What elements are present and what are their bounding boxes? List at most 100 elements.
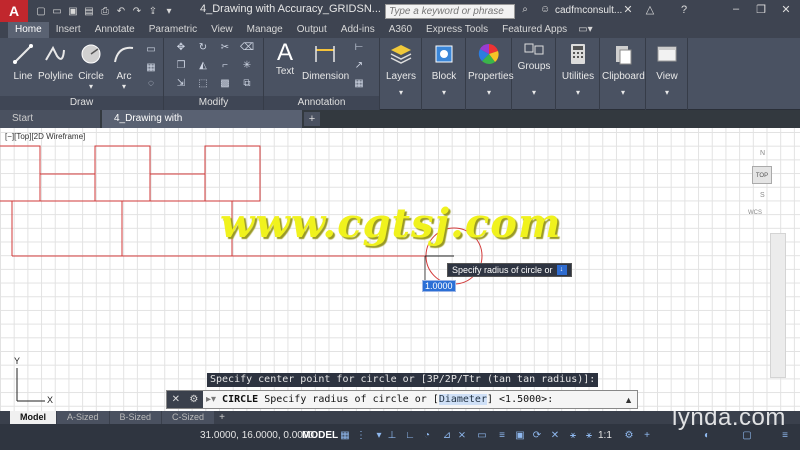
user-name[interactable]: cadfmconsult... (555, 5, 622, 16)
tab-annotate[interactable]: Annotate (88, 22, 142, 38)
rotate-icon[interactable]: ↻ (196, 42, 210, 54)
tab-a-sized[interactable]: A-Sized (57, 411, 109, 424)
layers-button[interactable]: Layers ▾ (384, 42, 418, 97)
utilities-dropdown-icon[interactable]: ▾ (558, 88, 598, 97)
help-icon[interactable]: ? (676, 4, 692, 18)
search-input[interactable]: Type a keyword or phrase (385, 4, 515, 19)
block-dropdown-icon[interactable]: ▾ (426, 88, 462, 97)
binoculars-icon[interactable]: ⌕ (517, 4, 533, 19)
autocad-logo-icon[interactable]: A (0, 0, 28, 22)
viewcube-top-face[interactable]: TOP (752, 166, 772, 184)
copy-icon[interactable]: ❐ (174, 60, 188, 72)
object-snap-icon[interactable]: ▭ (475, 429, 489, 443)
annotation-visibility-icon[interactable]: ✕ (548, 429, 562, 443)
hatch-icon[interactable]: ▦ (144, 62, 158, 74)
open-icon[interactable]: ▭ (50, 4, 64, 18)
user-icon[interactable]: ☺ (540, 4, 554, 18)
view-button[interactable]: View ▾ (648, 42, 686, 97)
ribbon-minimize-icon[interactable]: ▭▾ (574, 22, 596, 38)
radius-input[interactable]: 1.0000 (422, 280, 456, 292)
move-icon[interactable]: ✥ (174, 42, 188, 54)
clipboard-dropdown-icon[interactable]: ▾ (602, 88, 644, 97)
tab-add-ins[interactable]: Add-ins (334, 22, 382, 38)
properties-dropdown-icon[interactable]: ▾ (468, 88, 510, 97)
table-icon[interactable]: ▦ (352, 78, 366, 90)
tab-a360[interactable]: A360 (382, 22, 419, 38)
leader-icon[interactable]: ↗ (352, 60, 366, 72)
offset-icon[interactable]: ⧉ (240, 78, 254, 90)
circle-button[interactable]: Circle ▾ (76, 42, 106, 91)
modify-panel-label[interactable]: Modify (164, 96, 263, 110)
viewcube-south[interactable]: S (760, 192, 765, 199)
isodraft-icon[interactable]: ⊿ (440, 429, 454, 443)
save-icon[interactable]: ▣ (66, 4, 80, 18)
block-button[interactable]: Block ▾ (426, 42, 462, 97)
explode-icon[interactable]: ✳ (240, 60, 254, 72)
snap-icon[interactable]: ⋮ (354, 429, 368, 443)
customize-icon[interactable]: ⚙ (189, 394, 198, 405)
polar-icon[interactable]: ◔ (420, 429, 434, 443)
share-icon[interactable]: ⇪ (146, 4, 160, 18)
circle-dropdown-icon[interactable]: ▾ (76, 82, 106, 91)
text-button[interactable]: A Text (270, 40, 300, 78)
selection-cycling-icon[interactable]: ⟳ (530, 429, 544, 443)
groups-dropdown-icon[interactable]: ▾ (516, 88, 552, 97)
tab-featured-apps[interactable]: Featured Apps (495, 22, 574, 38)
ellipse-icon[interactable]: ◌ (144, 78, 158, 90)
rectangle-icon[interactable]: ▭ (144, 44, 158, 56)
command-recent-icon[interactable]: ▸▾ (203, 394, 216, 405)
exchange-icon[interactable]: ✕ (620, 3, 636, 19)
tab-model[interactable]: Model (10, 411, 56, 424)
line-button[interactable]: Line (8, 42, 38, 82)
viewcube-north[interactable]: N (760, 150, 765, 157)
dimension-button[interactable]: Dimension (302, 42, 349, 82)
wcs-menu[interactable]: WCS (748, 210, 762, 216)
ortho-icon[interactable]: ∟ (403, 429, 417, 443)
navigation-bar[interactable] (770, 233, 786, 378)
tab-view[interactable]: View (204, 22, 240, 38)
save-as-icon[interactable]: ▤ (82, 4, 96, 18)
layers-dropdown-icon[interactable]: ▾ (384, 88, 418, 97)
tab-c-sized[interactable]: C-Sized (162, 411, 215, 424)
transparency-icon[interactable]: ▣ (513, 429, 527, 443)
workspace-gear-icon[interactable]: ⚙ (622, 429, 636, 443)
groups-button[interactable]: Groups ▾ (516, 42, 552, 97)
erase-icon[interactable]: ⌫ (240, 42, 254, 54)
tab-home[interactable]: Home (8, 22, 49, 38)
draw-panel-label[interactable]: Draw (0, 96, 163, 110)
fillet-icon[interactable]: ⌐ (218, 60, 232, 72)
tab-insert[interactable]: Insert (49, 22, 88, 38)
linear-dim-icon[interactable]: ⊢ (352, 42, 366, 54)
trim-icon[interactable]: ✂ (218, 42, 232, 54)
tab-express-tools[interactable]: Express Tools (419, 22, 495, 38)
lineweight-icon[interactable]: ≡ (495, 429, 509, 443)
command-line[interactable]: ✕ ⚙ ▸▾ CIRCLE Specify radius of circle o… (166, 390, 638, 409)
a360-icon[interactable]: △ (642, 3, 658, 19)
utilities-button[interactable]: Utilities ▾ (558, 42, 598, 97)
tab-current-drawing[interactable]: 4_Drawing with Acc...GRIDSNAP_Complete* (102, 110, 302, 142)
polyline-button[interactable]: Polyline (38, 42, 73, 82)
drawing-canvas[interactable]: [−][Top][2D Wireframe] Y X www.cgtsj.com… (0, 128, 800, 411)
stretch-icon[interactable]: ⇲ (174, 78, 188, 90)
annotation-scale-icon[interactable]: ⚹ (582, 429, 596, 443)
object-snap-tracking-icon[interactable]: ⨯ (455, 429, 469, 443)
array-icon[interactable]: ▩ (218, 78, 232, 90)
view-dropdown-icon[interactable]: ▾ (648, 88, 686, 97)
command-scroll-icon[interactable]: ▲ (624, 395, 637, 405)
redo-icon[interactable]: ↷ (130, 4, 144, 18)
tab-manage[interactable]: Manage (240, 22, 290, 38)
properties-button[interactable]: Properties ▾ (468, 42, 514, 97)
annotation-monitor-icon[interactable]: + (640, 429, 654, 443)
arc-button[interactable]: Arc ▾ (110, 42, 138, 91)
undo-icon[interactable]: ↶ (114, 4, 128, 18)
grid-icon[interactable]: ▦ (338, 429, 352, 443)
restore-icon[interactable]: ❐ (753, 3, 769, 19)
tab-output[interactable]: Output (290, 22, 334, 38)
cursor-coordinates[interactable]: 31.0000, 16.0000, 0.0000 (200, 430, 314, 441)
infer-constraints-icon[interactable]: ⊥ (385, 429, 399, 443)
new-tab-icon[interactable]: + (304, 112, 320, 126)
annotation-scale[interactable]: 1:1 (598, 430, 612, 441)
arc-dropdown-icon[interactable]: ▾ (110, 82, 138, 91)
minimize-icon[interactable]: – (728, 3, 744, 19)
close-command-line-icon[interactable]: ✕ (172, 394, 180, 405)
